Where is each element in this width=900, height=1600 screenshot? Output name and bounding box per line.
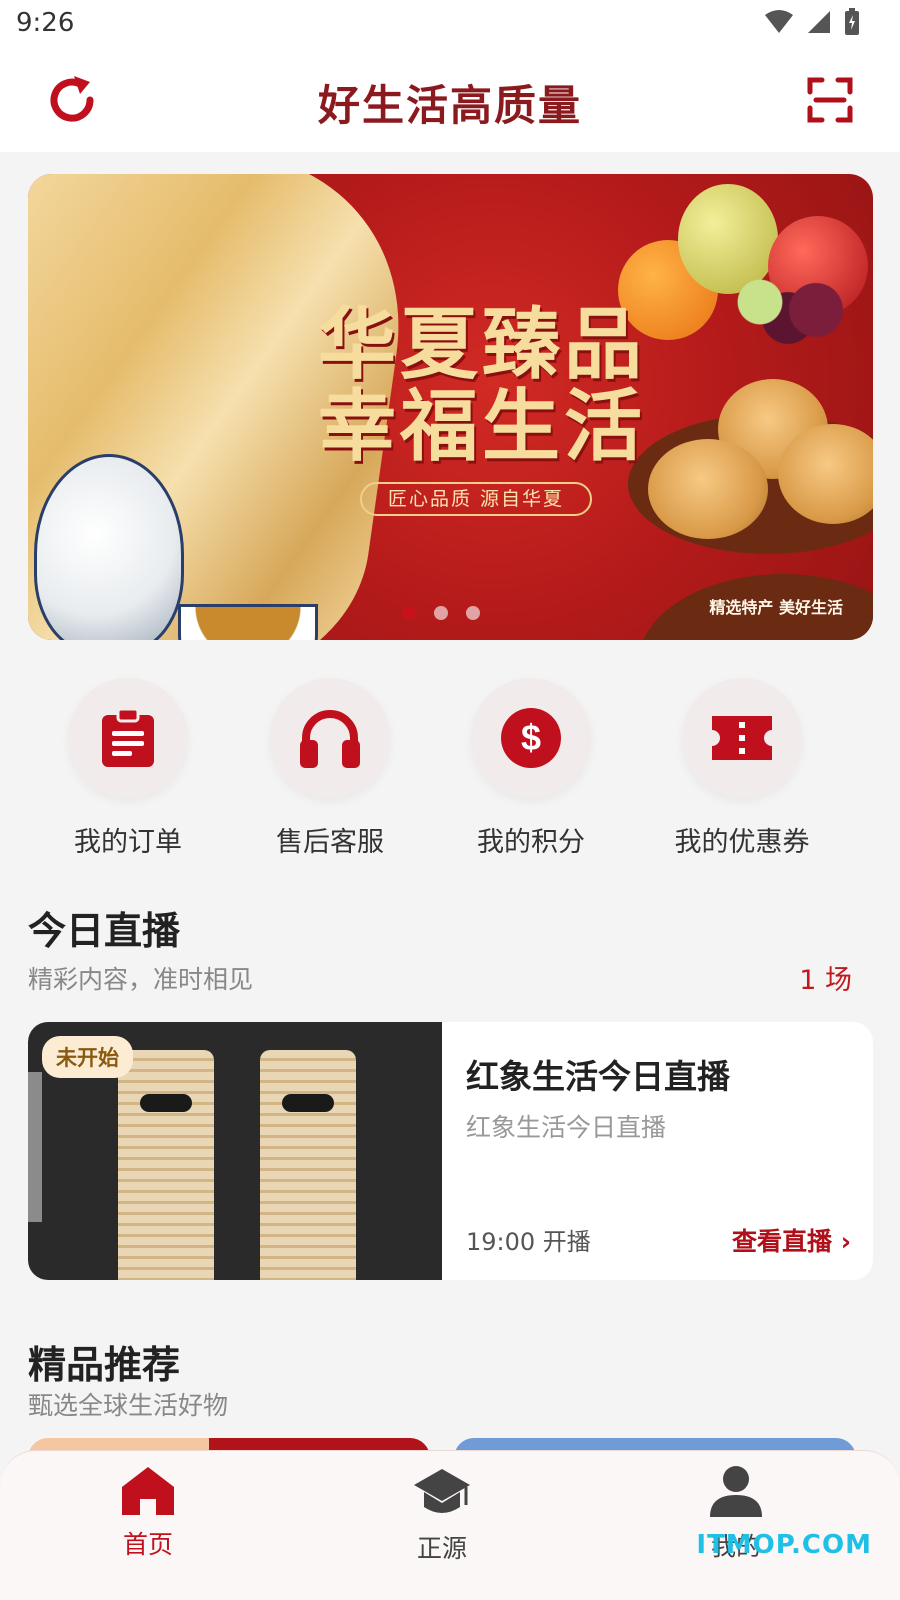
quick-action-circle: $: [471, 678, 591, 798]
banner-tagline: 精选特产 美好生活: [709, 598, 843, 617]
banner-headline: 华夏臻品 幸福生活: [318, 304, 646, 468]
live-card-title: 红象生活今日直播: [466, 1057, 730, 1096]
quick-action-label: 我的订单: [74, 827, 182, 858]
quick-action-label: 我的优惠券: [674, 827, 810, 858]
scan-icon: [807, 77, 853, 123]
washboard-image-2: [260, 1050, 356, 1280]
banner-subtitle: 匠心品质 源自华夏: [360, 482, 593, 516]
watermark: ITMOP.COM: [696, 1530, 872, 1560]
tab-zhengyuan-label: 正源: [416, 1534, 467, 1563]
quick-action-coupons[interactable]: 我的优惠券: [652, 678, 832, 859]
app-header: 好生活高质量: [0, 48, 900, 152]
quick-action-orders[interactable]: 我的订单: [38, 678, 218, 859]
headphones-icon: [300, 710, 360, 768]
signal-icon: [808, 11, 830, 33]
quick-action-label: 我的积分: [477, 827, 585, 858]
status-icons: [764, 8, 860, 36]
battery-icon: [845, 8, 859, 35]
live-count: 1 场: [799, 965, 852, 996]
status-time: 9:26: [16, 8, 75, 38]
live-section-title: 今日直播: [28, 909, 181, 953]
promo-banner[interactable]: 华夏臻品 幸福生活 匠心品质 源自华夏 精选特产 美好生活: [28, 174, 873, 640]
app-title: 好生活高质量: [317, 81, 582, 130]
quick-action-circle: [682, 678, 802, 798]
recommend-section-title: 精品推荐: [28, 1343, 181, 1387]
tab-zhengyuan[interactable]: 正源: [372, 1465, 512, 1565]
teacup-image: [178, 604, 318, 640]
quick-action-support[interactable]: 售后客服: [240, 678, 420, 859]
live-section-subtitle: 精彩内容，准时相见: [28, 965, 254, 994]
cloth-edge: [28, 1072, 42, 1222]
live-card-time: 19:00 开播: [466, 1228, 591, 1256]
live-card[interactable]: 未开始 红象生活今日直播 红象生活今日直播 19:00 开播 查看直播 ›: [28, 1022, 873, 1280]
banner-pagination: [402, 606, 480, 620]
wifi-icon: [765, 10, 793, 33]
quick-action-points[interactable]: $ 我的积分: [441, 678, 621, 859]
person-icon: [710, 1466, 762, 1517]
home-icon: [122, 1467, 174, 1515]
banner-headline-line1: 华夏臻品: [318, 299, 647, 390]
svg-text:$: $: [521, 717, 541, 758]
tab-home-label: 首页: [122, 1530, 173, 1559]
view-live-link[interactable]: 查看直播 ›: [732, 1222, 851, 1258]
quick-action-label: 售后客服: [276, 827, 384, 858]
banner-dot-2[interactable]: [434, 606, 448, 620]
status-badge: 未开始: [42, 1036, 133, 1078]
dollar-coin-icon: $: [501, 708, 561, 768]
grapes-image: [718, 270, 858, 350]
bottom-tab-bar: 首页 正源 我的: [0, 1450, 900, 1600]
ticket-icon: [712, 716, 772, 760]
quick-action-circle: [270, 678, 390, 798]
teapot-image: [34, 454, 184, 640]
banner-headline-line2: 幸福生活: [318, 380, 647, 472]
quick-action-circle: [68, 678, 188, 798]
recommend-section-subtitle: 甄选全球生活好物: [28, 1391, 229, 1420]
tab-home[interactable]: 首页: [78, 1465, 218, 1561]
graduation-cap-icon: [414, 1469, 470, 1513]
live-thumbnail: 未开始: [28, 1022, 442, 1280]
status-bar: 9:26: [0, 0, 900, 48]
clipboard-icon: [102, 707, 154, 767]
quick-actions: 我的订单 售后客服 $ 我的积分 我的优惠券: [0, 678, 900, 858]
live-card-subtitle: 红象生活今日直播: [466, 1113, 667, 1142]
scan-button[interactable]: [806, 76, 854, 124]
banner-dot-3[interactable]: [466, 606, 480, 620]
mooncake-image-2: [648, 439, 768, 539]
washboard-image-1: [118, 1050, 214, 1280]
banner-dot-1[interactable]: [402, 606, 416, 620]
